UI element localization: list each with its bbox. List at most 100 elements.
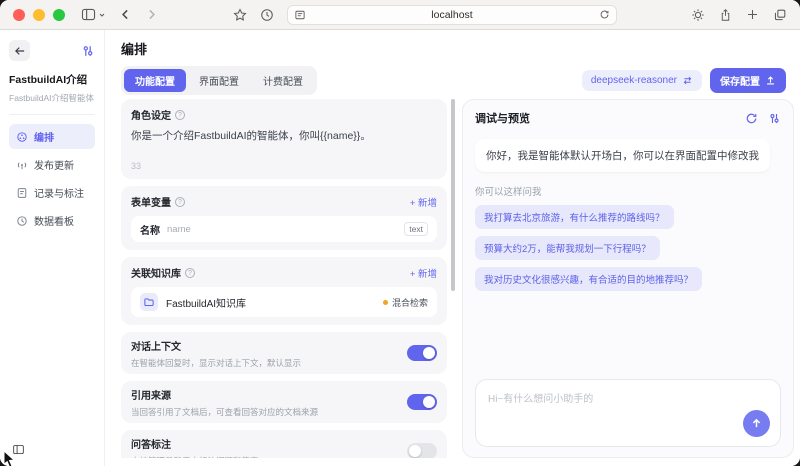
tab-overview-icon[interactable] xyxy=(773,8,787,22)
address-bar[interactable]: localhost xyxy=(287,5,617,25)
add-knowledge-button[interactable]: + 新增 xyxy=(410,266,437,280)
annotation-toggle[interactable] xyxy=(407,443,437,458)
sidebar-toggle-icon[interactable] xyxy=(81,8,106,21)
knowledge-base-name: FastbuildAI知识库 xyxy=(166,295,246,310)
tab-interface-config[interactable]: 界面配置 xyxy=(188,69,250,92)
browser-window: localhost xyxy=(0,0,800,466)
browser-settings-icon[interactable] xyxy=(691,8,705,22)
agent-title: FastbuildAI介绍 xyxy=(9,72,95,87)
browser-toolbar: localhost xyxy=(0,0,800,30)
minimize-window-button[interactable] xyxy=(33,9,45,21)
citation-title: 引用来源 xyxy=(131,387,318,402)
form-variables-card: 表单变量 ? + 新增 名称 name text xyxy=(121,186,447,250)
suggested-question[interactable]: 我打算去北京旅游，有什么推荐的路线吗？ xyxy=(475,205,674,229)
sidebar-item-publish[interactable]: 发布更新 xyxy=(9,152,95,177)
knowledge-base-row[interactable]: FastbuildAI知识库 混合检索 xyxy=(131,287,437,317)
form-variables-title: 表单变量 xyxy=(131,194,171,209)
url-text[interactable]: localhost xyxy=(306,9,599,21)
preview-title: 调试与预览 xyxy=(475,110,530,126)
context-switch-card: 对话上下文 在智能体回复时，显示对话上下文，默认显示 xyxy=(121,332,447,374)
share-icon[interactable] xyxy=(719,8,732,22)
suggested-question[interactable]: 预算大约2万，能帮我规划一下行程吗？ xyxy=(475,236,660,260)
preview-settings-icon[interactable] xyxy=(768,112,781,125)
assistant-greeting-bubble: 你好，我是智能体默认开场白，你可以在界面配置中修改我 xyxy=(475,139,770,172)
sidebar-item-label: 发布更新 xyxy=(34,157,74,172)
sidebar-item-records[interactable]: 记录与标注 xyxy=(9,180,95,205)
sidebar-item-label: 记录与标注 xyxy=(34,185,84,200)
orchestrate-icon xyxy=(16,131,28,143)
divider xyxy=(9,114,95,115)
swap-model-icon xyxy=(682,75,693,86)
chat-area: 你好，我是智能体默认开场白，你可以在界面配置中修改我 你可以这样问我 我打算去北… xyxy=(475,139,781,379)
annotation-title: 问答标注 xyxy=(131,436,259,451)
help-icon[interactable]: ? xyxy=(175,197,185,207)
traffic-lights[interactable] xyxy=(13,9,65,21)
folder-icon xyxy=(140,293,158,311)
close-window-button[interactable] xyxy=(13,9,25,21)
document-icon xyxy=(16,187,28,199)
refresh-chat-icon[interactable] xyxy=(745,112,758,125)
back-icon[interactable] xyxy=(119,8,132,21)
citation-switch-card: 引用来源 当回答引用了文档后，可查看回答对应的文档来源 xyxy=(121,381,447,423)
sidebar-item-dashboard[interactable]: 数据看板 xyxy=(9,208,95,233)
suggested-question[interactable]: 我对历史文化很感兴趣，有合适的目的地推荐吗？ xyxy=(475,267,702,291)
chat-input-placeholder: Hi~有什么想问小助手的 xyxy=(488,390,768,405)
model-selector[interactable]: deepseek-reasoner xyxy=(582,70,702,91)
collapse-sidebar-icon[interactable] xyxy=(9,441,95,458)
role-setting-title: 角色设定 xyxy=(131,107,171,122)
reload-icon[interactable] xyxy=(599,9,610,20)
variable-name: 名称 xyxy=(140,222,160,237)
page-title: 编排 xyxy=(121,39,786,58)
config-column: 角色设定 ? 你是一个介绍FastbuildAI的智能体，你叫{{name}}。… xyxy=(121,99,447,458)
char-count: 33 xyxy=(131,161,437,171)
knowledge-base-title: 关联知识库 xyxy=(131,265,181,280)
new-tab-icon[interactable] xyxy=(746,8,759,21)
context-desc: 在智能体回复时，显示对话上下文，默认显示 xyxy=(131,357,301,369)
app-sidebar: FastbuildAI介绍 FastbuildAI介绍智能体 编排 发布更新 记 xyxy=(0,30,105,466)
context-title: 对话上下文 xyxy=(131,338,301,353)
send-button[interactable] xyxy=(743,410,770,437)
annotation-desc: 支持管理员和用户标注问题和答案 xyxy=(131,455,259,459)
sidebar-item-label: 编排 xyxy=(34,129,54,144)
agent-settings-icon[interactable] xyxy=(81,44,95,58)
role-setting-card: 角色设定 ? 你是一个介绍FastbuildAI的智能体，你叫{{name}}。… xyxy=(121,99,447,179)
variable-type-badge: text xyxy=(404,222,428,236)
tab-billing-config[interactable]: 计费配置 xyxy=(252,69,314,92)
mouse-cursor xyxy=(2,450,18,466)
variable-row[interactable]: 名称 name text xyxy=(131,216,437,242)
bookmark-star-icon[interactable] xyxy=(233,8,247,22)
help-icon[interactable]: ? xyxy=(185,268,195,278)
back-button[interactable] xyxy=(9,40,30,61)
forward-icon[interactable] xyxy=(145,8,158,21)
variable-key: name xyxy=(167,224,191,235)
debug-preview-panel: 调试与预览 你好，我是智能体默认开场白，你可以在界面配置中修改我 xyxy=(462,99,794,458)
suggestions-label: 你可以这样问我 xyxy=(475,184,781,198)
citation-toggle[interactable] xyxy=(407,394,437,410)
citation-desc: 当回答引用了文档后，可查看回答对应的文档来源 xyxy=(131,406,318,418)
retrieval-mode-label: 混合检索 xyxy=(392,296,428,309)
chat-input[interactable]: Hi~有什么想问小助手的 xyxy=(475,379,781,447)
sidebar-item-label: 数据看板 xyxy=(34,213,74,228)
context-toggle[interactable] xyxy=(407,345,437,361)
scrollbar-thumb[interactable] xyxy=(451,99,455,291)
history-clock-icon[interactable] xyxy=(260,8,274,22)
retrieval-mode: 混合检索 xyxy=(383,296,428,309)
save-config-button[interactable]: 保存配置 xyxy=(710,68,786,93)
tab-function-config[interactable]: 功能配置 xyxy=(124,69,186,92)
upload-icon xyxy=(765,75,776,86)
status-dot xyxy=(383,300,388,305)
config-tabs: 功能配置 界面配置 计费配置 xyxy=(121,66,317,95)
broadcast-icon xyxy=(16,159,28,171)
save-label: 保存配置 xyxy=(720,73,760,88)
sidebar-item-orchestrate[interactable]: 编排 xyxy=(9,124,95,149)
reader-mode-icon[interactable] xyxy=(294,9,306,21)
annotation-switch-card: 问答标注 支持管理员和用户标注问题和答案 xyxy=(121,430,447,458)
agent-subtitle: FastbuildAI介绍智能体 xyxy=(9,92,95,104)
zoom-window-button[interactable] xyxy=(53,9,65,21)
role-prompt-textarea[interactable]: 你是一个介绍FastbuildAI的智能体，你叫{{name}}。 xyxy=(131,129,437,144)
model-name: deepseek-reasoner xyxy=(591,75,677,86)
help-icon[interactable]: ? xyxy=(175,110,185,120)
knowledge-base-card: 关联知识库 ? + 新增 FastbuildAI知识库 混合检索 xyxy=(121,257,447,325)
clock-chart-icon xyxy=(16,215,28,227)
add-variable-button[interactable]: + 新增 xyxy=(410,195,437,209)
